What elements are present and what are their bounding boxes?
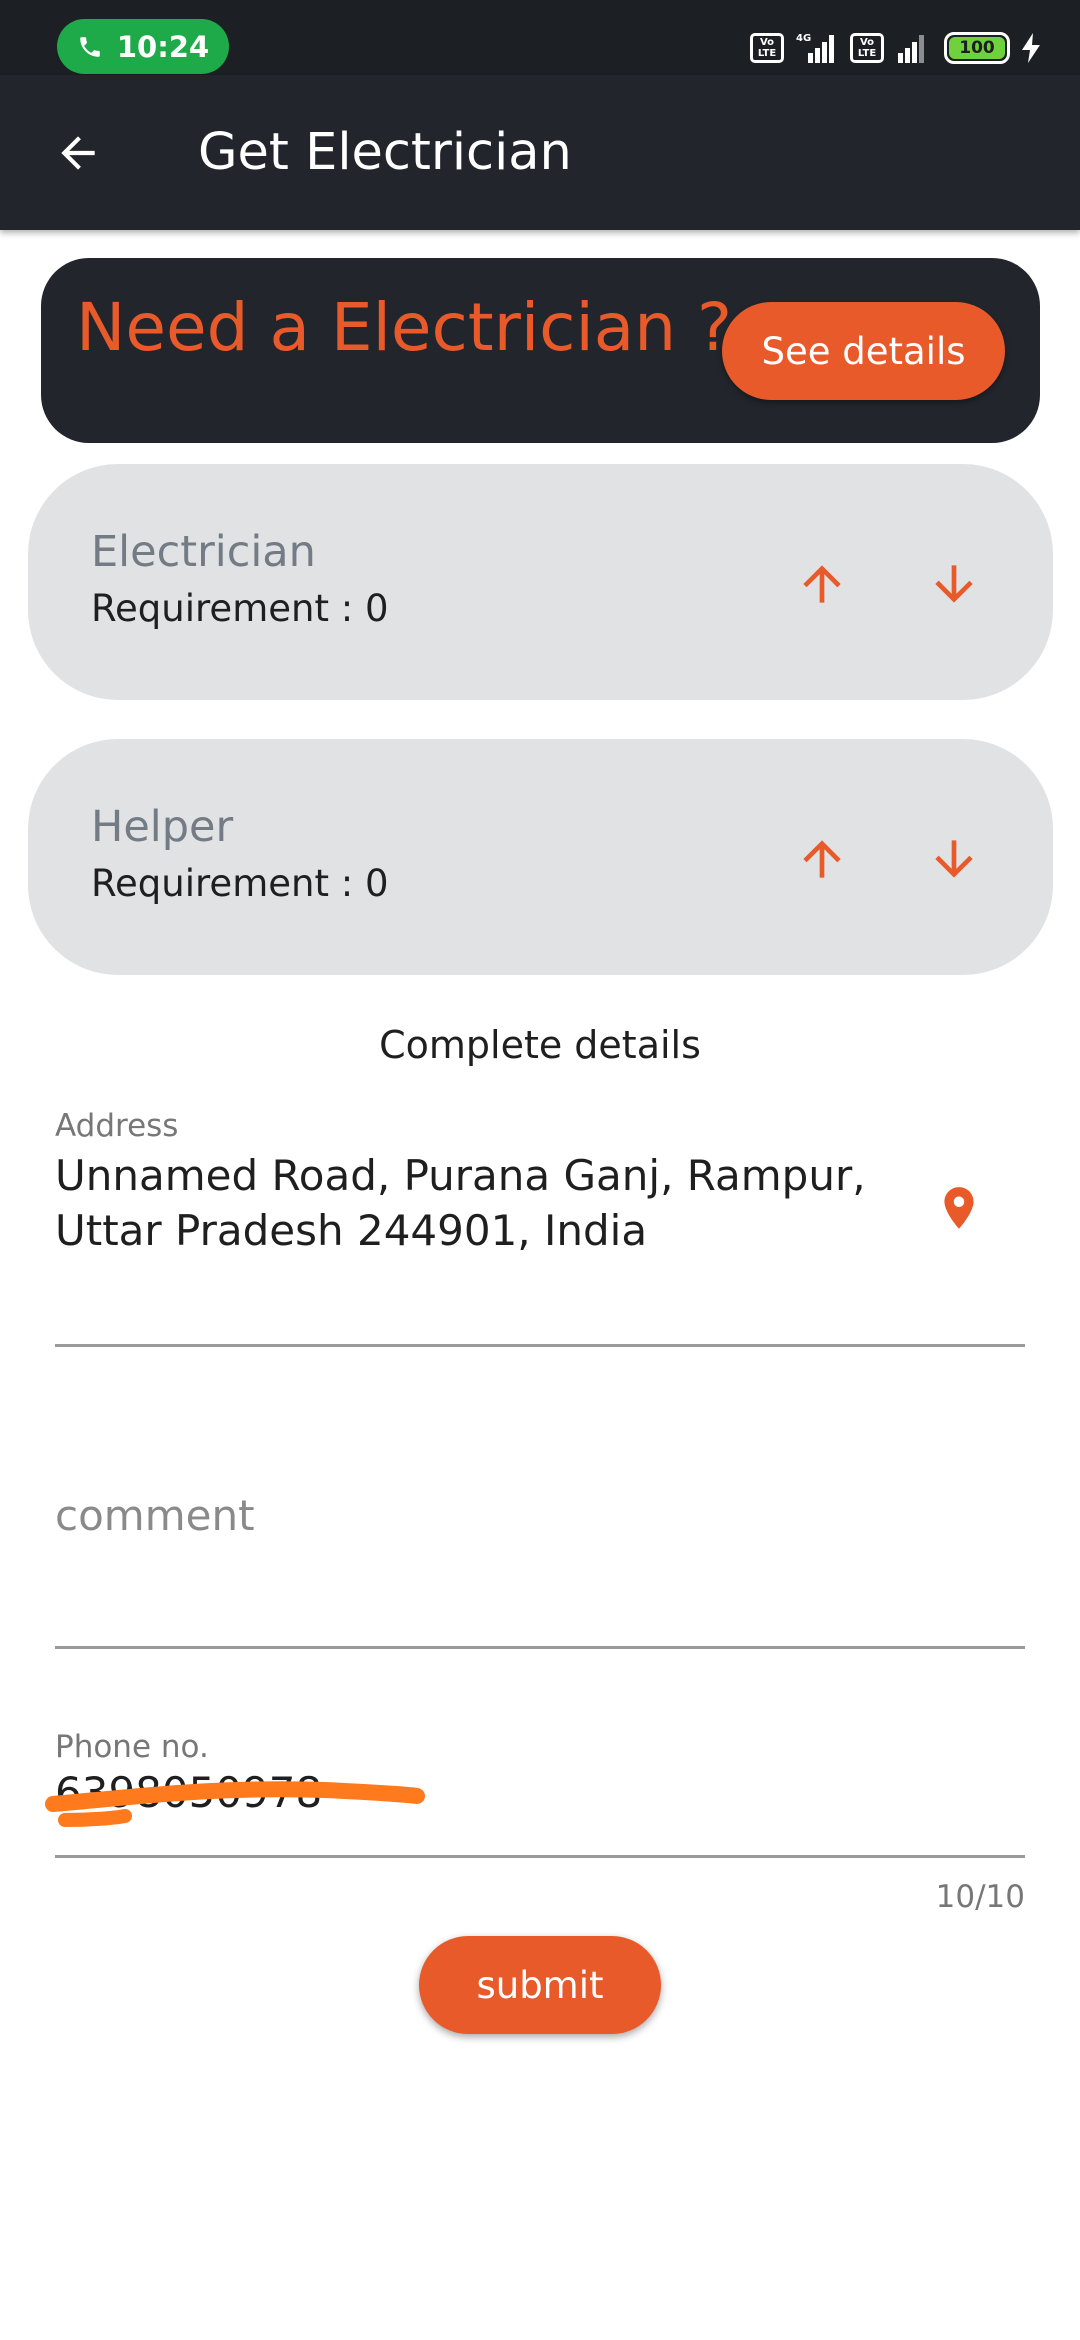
electrician-requirement-card: Electrician Requirement : 0 [28, 464, 1053, 700]
volte-icon: Vo LTE [750, 33, 784, 63]
address-underline [55, 1344, 1025, 1347]
requirement-title: Helper [91, 802, 234, 852]
volte-icon-sim2: Vo LTE [850, 33, 884, 63]
phone-underline [55, 1855, 1025, 1858]
requirement-title: Electrician [91, 527, 316, 577]
back-button[interactable] [40, 115, 116, 191]
network-type-label: 4G [796, 33, 811, 44]
helper-requirement-card: Helper Requirement : 0 [28, 739, 1053, 975]
helper-increase-button[interactable] [790, 827, 854, 891]
signal-icon: 4G [796, 33, 834, 63]
location-pin-icon[interactable] [934, 1178, 984, 1238]
arrow-up-icon [803, 565, 841, 603]
phone-char-counter: 10/10 [935, 1879, 1025, 1915]
phone-call-icon [80, 36, 100, 57]
address-label: Address [55, 1108, 179, 1144]
section-heading: Complete details [379, 1023, 701, 1067]
requirement-count: Requirement : 0 [91, 587, 389, 630]
ongoing-call-pill[interactable]: 10:24 [57, 19, 229, 74]
status-icons: Vo LTE 4G Vo LTE 100 [750, 25, 1042, 71]
signal-icon-sim2 [898, 35, 924, 63]
app-bar: Get Electrician [0, 75, 1080, 230]
comment-field[interactable] [55, 1480, 1015, 1550]
see-details-button[interactable]: See details [722, 302, 1005, 400]
status-time: 10:24 [116, 29, 210, 64]
comment-underline [55, 1646, 1025, 1649]
page-title: Get Electrician [198, 123, 572, 182]
phone-label: Phone no. [55, 1729, 209, 1765]
promo-banner: Need a Electrician ? See details [41, 258, 1040, 443]
helper-decrease-button[interactable] [922, 827, 986, 891]
arrow-up-icon [803, 840, 841, 878]
electrician-decrease-button[interactable] [922, 552, 986, 616]
arrow-down-icon [935, 840, 973, 878]
electrician-increase-button[interactable] [790, 552, 854, 616]
requirement-count: Requirement : 0 [91, 862, 389, 905]
address-field[interactable]: Unnamed Road, Purana Ganj, Rampur, Uttar… [55, 1148, 915, 1258]
arrow-down-icon [935, 565, 973, 603]
redaction-scribble [45, 1781, 425, 1827]
status-bar: 10:24 Vo LTE 4G Vo LTE 100 [0, 0, 1080, 75]
charging-icon [1022, 33, 1040, 63]
banner-heading: Need a Electrician ? [76, 289, 733, 366]
back-arrow-icon [61, 136, 95, 170]
submit-button[interactable]: submit [419, 1936, 661, 2034]
battery-icon: 100 [944, 32, 1010, 64]
battery-level: 100 [949, 37, 1005, 59]
